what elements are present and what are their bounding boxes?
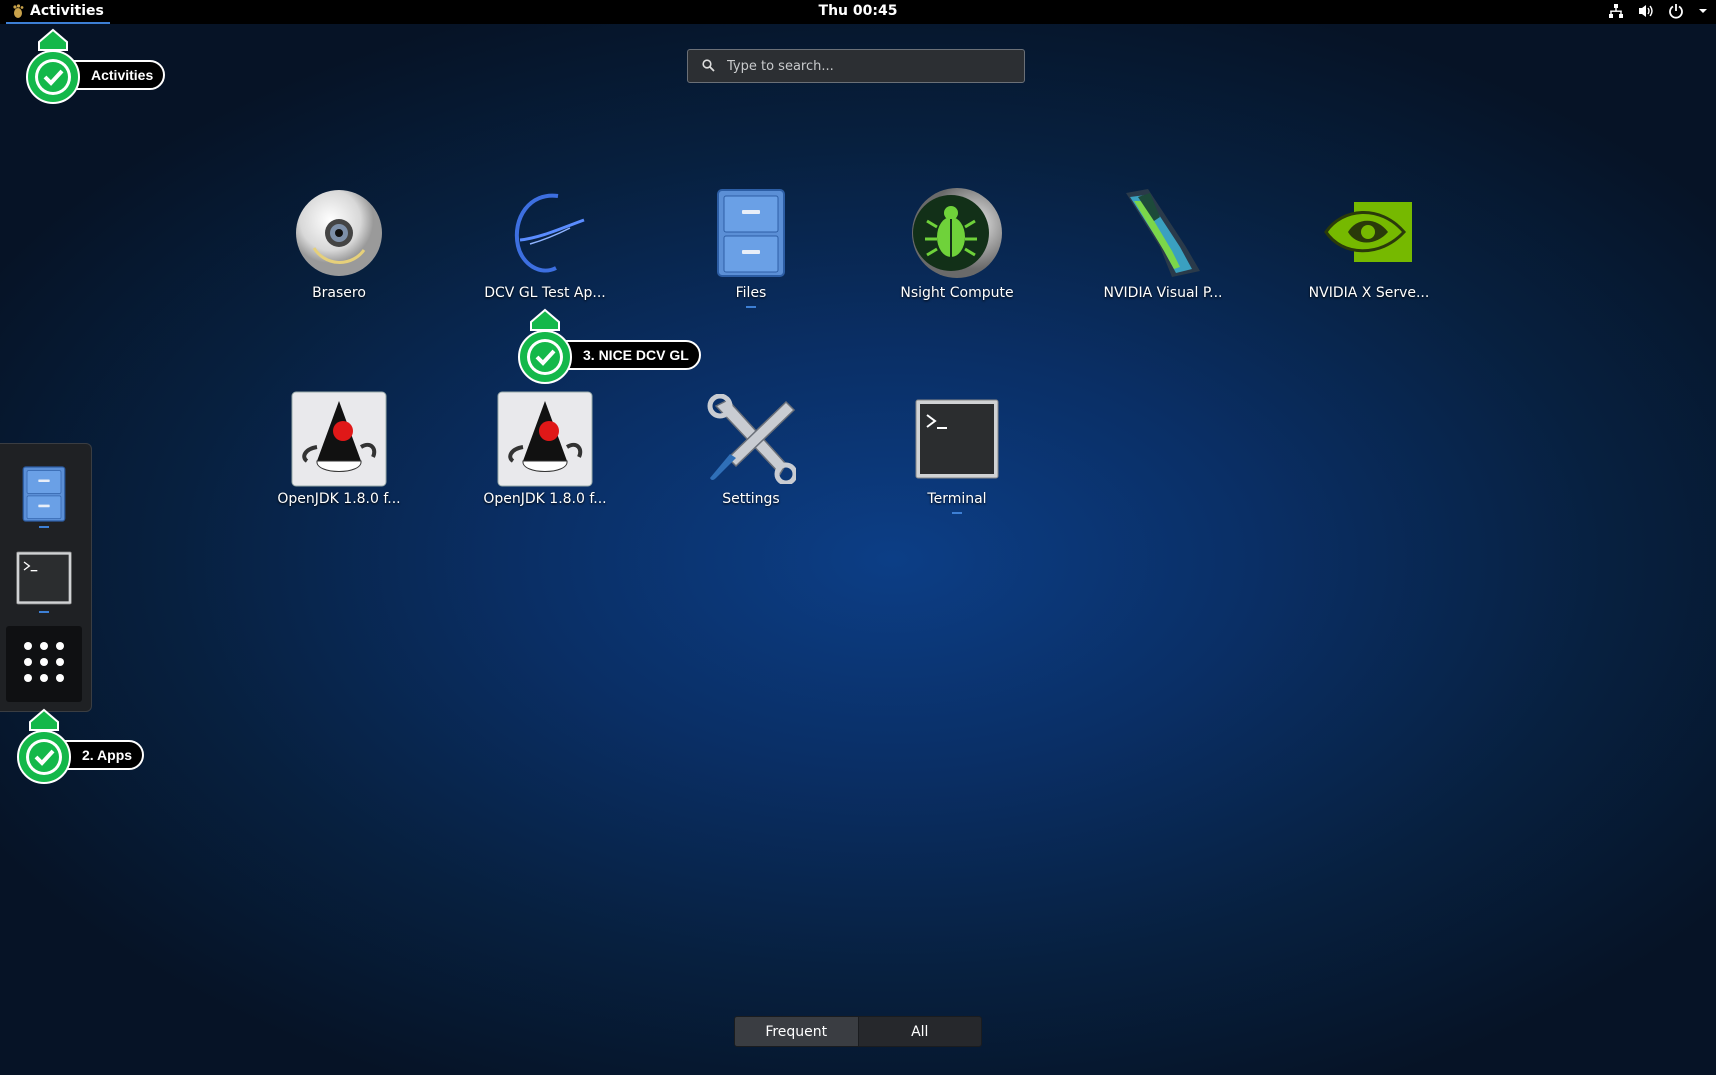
running-indicator (746, 306, 756, 308)
activities-button[interactable]: Activities (6, 0, 110, 24)
app-nvidia-visual-profiler[interactable]: NVIDIA Visual P... (1078, 185, 1248, 301)
java-duke-icon (497, 391, 593, 487)
app-label: Files (735, 285, 767, 301)
gnome-foot-icon (12, 4, 24, 18)
java-duke-icon (291, 391, 387, 487)
callout-nice-dcv-gl: 3. NICE DCV GL (517, 308, 717, 386)
top-bar: Activities Thu 00:45 (0, 0, 1716, 24)
app-files[interactable]: Files (666, 185, 836, 308)
app-label: Settings (722, 491, 780, 507)
system-tray[interactable] (1608, 3, 1708, 19)
nvidia-eye-icon (1321, 185, 1417, 281)
callout-activities: Activities (25, 28, 175, 106)
dcv-gl-icon (497, 185, 593, 281)
tools-icon (703, 391, 799, 487)
app-label: Terminal (927, 491, 987, 507)
app-openjdk-1[interactable]: OpenJDK 1.8.0 f... (254, 391, 424, 507)
nsight-bug-icon (909, 185, 1005, 281)
dash-item-terminal[interactable] (6, 542, 82, 618)
show-applications-button[interactable] (6, 626, 82, 702)
app-brasero[interactable]: Brasero (254, 185, 424, 301)
app-nvidia-x-server[interactable]: NVIDIA X Serve... (1284, 185, 1454, 301)
view-toggle: Frequent All (734, 1016, 982, 1047)
running-indicator (39, 611, 49, 613)
check-badge-icon (26, 28, 80, 104)
running-indicator (952, 512, 962, 514)
file-cabinet-icon (703, 185, 799, 281)
check-badge-icon (17, 708, 71, 784)
dash (0, 443, 92, 712)
search-icon (702, 57, 715, 76)
callout-apps: 2. Apps (16, 708, 166, 786)
app-openjdk-2[interactable]: OpenJDK 1.8.0 f... (460, 391, 630, 507)
nvidia-visual-profiler-icon (1115, 185, 1211, 281)
check-badge-icon (518, 308, 572, 384)
app-nsight-compute[interactable]: Nsight Compute (872, 185, 1042, 301)
app-label: Brasero (312, 285, 366, 301)
search-box[interactable] (687, 49, 1025, 83)
app-label: NVIDIA X Serve... (1308, 285, 1430, 301)
network-icon[interactable] (1608, 3, 1624, 19)
terminal-icon (909, 391, 1005, 487)
power-icon[interactable] (1668, 3, 1684, 19)
terminal-icon (16, 551, 72, 609)
app-dcv-gl-test[interactable]: DCV GL Test Ap... (460, 185, 630, 301)
app-settings[interactable]: Settings (666, 391, 836, 507)
volume-icon[interactable] (1638, 3, 1654, 19)
activities-label: Activities (30, 3, 104, 19)
tab-all[interactable]: All (857, 1017, 981, 1046)
dash-item-files[interactable] (6, 458, 82, 534)
app-label: OpenJDK 1.8.0 f... (277, 491, 401, 507)
apps-grid-icon (23, 641, 65, 687)
app-label: OpenJDK 1.8.0 f... (483, 491, 607, 507)
app-label: NVIDIA Visual P... (1103, 285, 1223, 301)
tab-frequent[interactable]: Frequent (735, 1017, 858, 1046)
app-label: DCV GL Test Ap... (484, 285, 606, 301)
running-indicator (39, 526, 49, 528)
search-input[interactable] (725, 57, 1009, 75)
clock[interactable]: Thu 00:45 (819, 3, 898, 19)
app-label: Nsight Compute (900, 285, 1014, 301)
menu-arrow-icon[interactable] (1698, 3, 1708, 19)
disc-icon (291, 185, 387, 281)
app-terminal[interactable]: Terminal (872, 391, 1042, 514)
file-cabinet-icon (22, 465, 66, 527)
